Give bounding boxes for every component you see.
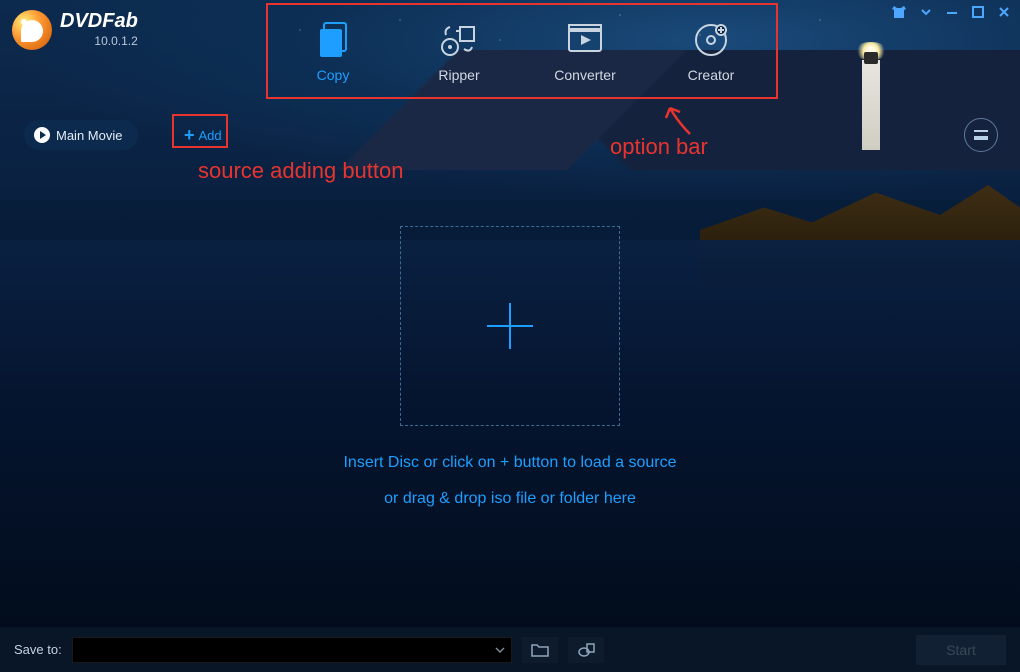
add-label: Add — [199, 128, 222, 143]
hint-line-2: or drag & drop iso file or folder here — [0, 490, 1020, 508]
tab-converter-label: Converter — [540, 67, 630, 83]
main-movie-label: Main Movie — [56, 128, 122, 143]
skin-icon[interactable] — [892, 6, 906, 21]
footer-bar: Save to: Start — [0, 627, 1020, 672]
add-source-button[interactable]: + Add — [178, 120, 234, 150]
save-to-label: Save to: — [14, 642, 62, 657]
plus-icon: + — [184, 125, 195, 146]
tab-copy[interactable]: Copy — [288, 19, 378, 83]
app-version: 10.0.1.2 — [60, 34, 138, 48]
ripper-icon — [414, 19, 504, 61]
annotation-source-text: source adding button — [198, 158, 404, 184]
app-logo: DVDFab 10.0.1.2 — [12, 10, 138, 50]
start-button[interactable]: Start — [916, 635, 1006, 665]
start-label: Start — [946, 642, 976, 658]
folder-icon — [531, 643, 549, 657]
menu-button[interactable] — [964, 118, 998, 152]
browse-folder-button[interactable] — [522, 637, 558, 663]
option-bar: Copy Ripper Converter Creator — [270, 8, 774, 94]
converter-icon — [540, 19, 630, 61]
hamburger-icon — [974, 130, 988, 140]
minimize-icon[interactable] — [946, 6, 958, 21]
background-lighthouse — [862, 60, 880, 150]
app-name: DVDFab — [60, 10, 138, 32]
tab-ripper-label: Ripper — [414, 67, 504, 83]
maximize-icon[interactable] — [972, 6, 984, 21]
dropdown-icon[interactable] — [920, 6, 932, 21]
iso-icon — [577, 642, 595, 658]
save-path-select[interactable] — [72, 637, 512, 663]
large-plus-icon — [487, 303, 533, 349]
iso-button[interactable] — [568, 637, 604, 663]
tab-creator[interactable]: Creator — [666, 19, 756, 83]
creator-icon — [666, 19, 756, 61]
close-icon[interactable] — [998, 6, 1010, 21]
main-movie-button[interactable]: Main Movie — [24, 120, 138, 150]
hint-line-1: Insert Disc or click on + button to load… — [0, 454, 1020, 472]
play-icon — [34, 127, 50, 143]
logo-badge-icon — [12, 10, 52, 50]
tab-copy-label: Copy — [288, 67, 378, 83]
tab-ripper[interactable]: Ripper — [414, 19, 504, 83]
annotation-arrow-icon — [660, 100, 700, 140]
tab-converter[interactable]: Converter — [540, 19, 630, 83]
copy-icon — [288, 19, 378, 61]
drop-zone[interactable] — [400, 226, 620, 426]
window-controls — [892, 6, 1010, 21]
tab-creator-label: Creator — [666, 67, 756, 83]
chevron-down-icon — [495, 645, 505, 655]
